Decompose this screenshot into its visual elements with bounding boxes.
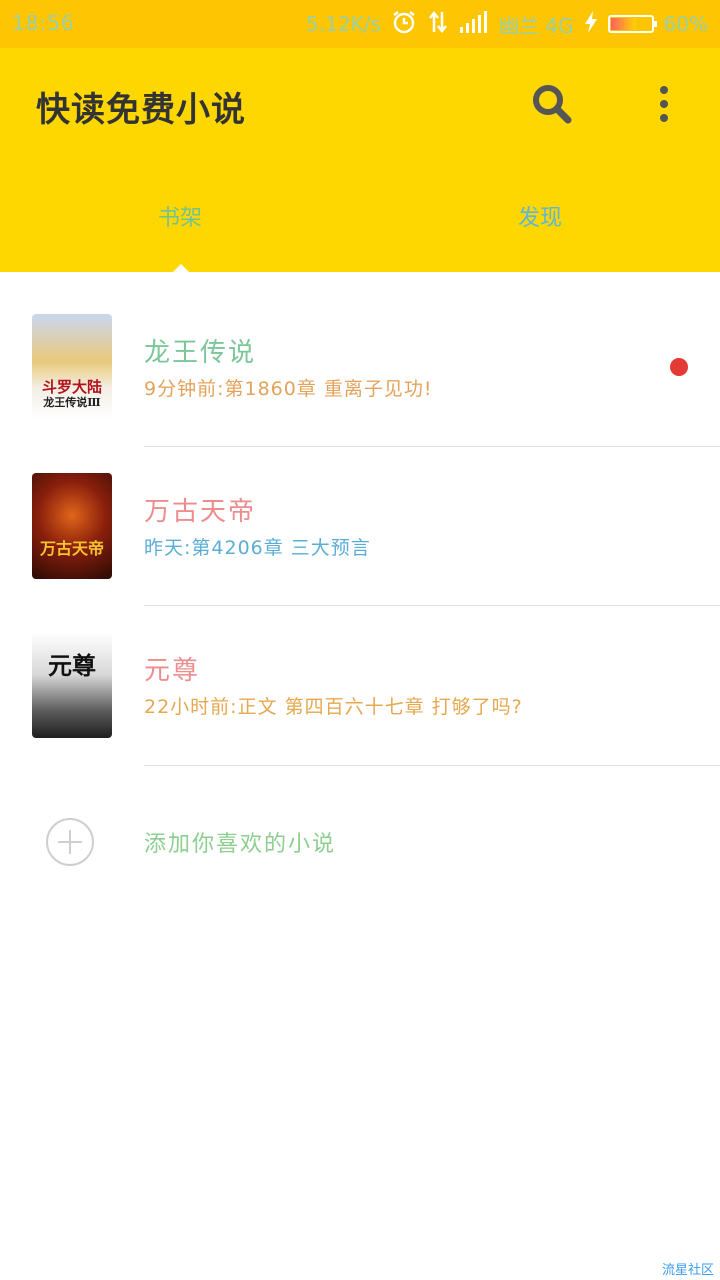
carrier-label: 幽兰 4G — [498, 13, 574, 38]
book-cover: 元尊 — [32, 632, 112, 738]
more-vert-icon — [660, 86, 668, 122]
tab-bar: 书架 发现 — [0, 188, 720, 272]
book-title: 万古天帝 — [144, 497, 257, 527]
app-title: 快读免费小说 — [36, 90, 246, 130]
tab-bookshelf[interactable]: 书架 — [0, 200, 360, 232]
signal-icon — [459, 10, 489, 38]
search-icon — [533, 85, 572, 124]
cover-title: 元尊 — [48, 651, 96, 680]
book-latest-chapter: 22小时前:正文 第四百六十七章 打够了吗? — [144, 696, 523, 718]
book-item-longwang[interactable]: 斗罗大陆 龙王传说Ⅲ 龙王传说 9分钟前:第1860章 重离子见功! — [0, 272, 720, 447]
book-latest-chapter: 昨天:第4206章 三大预言 — [144, 537, 371, 559]
data-transfer-icon — [427, 10, 449, 39]
app-bar: 快读免费小说 书架 发现 — [0, 48, 720, 273]
charging-icon — [584, 10, 598, 38]
unread-dot — [670, 358, 688, 376]
battery-percent: 60% — [663, 12, 708, 36]
add-book-row[interactable]: 添加你喜欢的小说 — [0, 818, 720, 878]
tab-discover[interactable]: 发现 — [360, 200, 720, 232]
cover-title: 万古天帝 — [39, 539, 104, 558]
watermark: 流星社区 — [661, 1263, 714, 1278]
book-item-wangu[interactable]: 万古天帝 万古天帝 昨天:第4206章 三大预言 — [0, 431, 720, 606]
book-cover: 万古天帝 — [32, 473, 112, 579]
battery-icon — [607, 15, 657, 33]
status-icons: 5.12K/s 幽兰 4G 60% — [306, 9, 708, 39]
add-book-label: 添加你喜欢的小说 — [144, 832, 337, 857]
status-bar: 18:56 5.12K/s 幽兰 4G 60% — [0, 0, 720, 48]
status-time: 18:56 — [12, 11, 75, 35]
book-title: 龙王传说 — [144, 338, 257, 368]
battery-fill — [610, 18, 636, 30]
search-button[interactable] — [530, 82, 574, 126]
more-options-button[interactable] — [648, 82, 680, 126]
add-circle-icon — [46, 818, 94, 866]
divider — [144, 765, 720, 766]
book-latest-chapter: 9分钟前:第1860章 重离子见功! — [144, 378, 433, 400]
alarm-icon — [391, 9, 417, 40]
book-title: 元尊 — [144, 656, 201, 686]
book-item-yuanzun[interactable]: 元尊 元尊 22小时前:正文 第四百六十七章 打够了吗? — [0, 590, 720, 766]
cover-subtitle: 龙王传说Ⅲ — [43, 396, 101, 409]
network-speed: 5.12K/s — [306, 12, 381, 36]
book-cover: 斗罗大陆 龙王传说Ⅲ — [32, 314, 112, 420]
